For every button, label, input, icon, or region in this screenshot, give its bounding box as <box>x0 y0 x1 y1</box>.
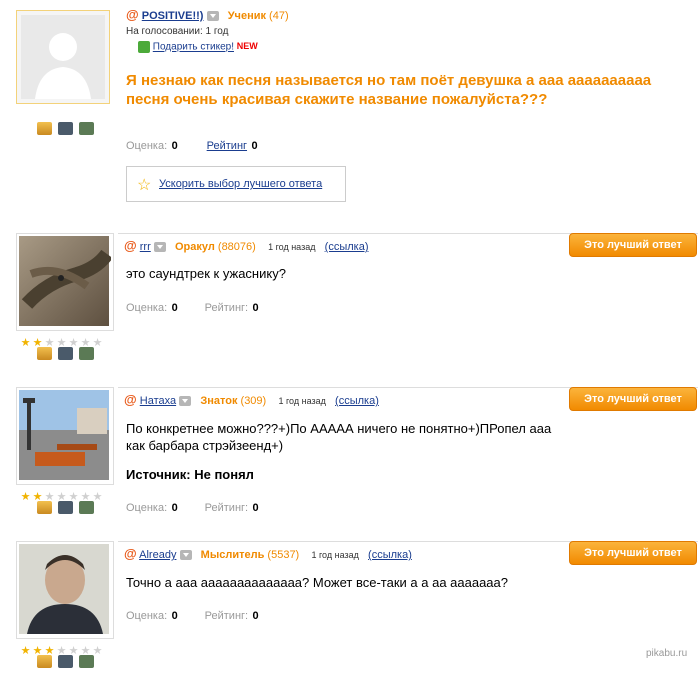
answer-text: Точно а ааа аааааааааааааа? Может все-та… <box>126 575 509 590</box>
answer-rating-row: Оценка: 0 Рейтинг: 0 <box>126 606 259 624</box>
question-header: @ POSITIVE!!) Ученик (47) <box>126 7 289 22</box>
rating-label: Оценка: <box>126 140 168 152</box>
speed-best-answer-link[interactable]: Ускорить выбор лучшего ответа <box>159 178 322 190</box>
author-dropdown-icon[interactable] <box>179 550 192 561</box>
speed-best-answer-box[interactable]: ☆ Ускорить выбор лучшего ответа <box>126 166 346 202</box>
answer-permalink[interactable]: (ссылка) <box>325 241 369 253</box>
rating2-value: 0 <box>252 302 259 314</box>
video-icon[interactable] <box>79 122 94 135</box>
question-rating-row: Оценка: 0 Рейтинг 0 <box>126 136 258 154</box>
gift-icon <box>138 41 150 53</box>
video-icon[interactable] <box>79 347 94 360</box>
video-icon[interactable] <box>79 655 94 668</box>
answer-time: 1 год назад <box>311 550 359 560</box>
at-icon: @ <box>124 392 137 407</box>
answer-source: Источник: Не понял <box>126 467 254 482</box>
new-badge: NEW <box>236 41 258 51</box>
rating-value: 0 <box>171 302 178 314</box>
answer-avatar-icons <box>37 347 100 365</box>
question-avatar-icons <box>37 122 100 140</box>
answer-avatar[interactable] <box>16 387 114 485</box>
rating-link[interactable]: Рейтинг <box>207 140 247 152</box>
author-dropdown-icon[interactable] <box>206 11 219 22</box>
question-avatar[interactable] <box>16 10 110 104</box>
user-profile-icon[interactable] <box>37 122 52 135</box>
answer-text: это саундтрек к ужаснику? <box>126 266 286 281</box>
person-avatar-image <box>19 544 109 634</box>
answer-rating-row: Оценка: 0 Рейтинг: 0 <box>126 498 259 516</box>
rating-label: Оценка: <box>126 610 168 622</box>
video-icon[interactable] <box>79 501 94 514</box>
question-text: Я незнаю как песня называется но там поё… <box>126 72 652 108</box>
answer-permalink[interactable]: (ссылка) <box>368 549 412 561</box>
rating2-value: 0 <box>252 502 259 514</box>
answer-author-link[interactable]: rrr <box>140 241 151 253</box>
star-full-icon: ★ <box>20 337 31 349</box>
answer-permalink[interactable]: (ссылка) <box>335 395 379 407</box>
answer-header: @ Натаха Знаток (309) 1 год назад (ссылк… <box>124 392 379 407</box>
rating2-value: 0 <box>251 140 258 152</box>
at-icon: @ <box>126 7 139 22</box>
star-full-icon: ★ <box>20 645 31 657</box>
at-icon: @ <box>124 546 137 561</box>
rating2-label: Рейтинг: <box>204 610 249 622</box>
watermark: pikabu.ru <box>646 648 688 659</box>
author-rank: Мыслитель (5537) <box>200 549 300 561</box>
question-author-link[interactable]: POSITIVE!!) <box>142 10 204 22</box>
rating-value: 0 <box>171 502 178 514</box>
rating2-label: Рейтинг: <box>204 302 249 314</box>
answer-rating-row: Оценка: 0 Рейтинг: 0 <box>126 298 259 316</box>
at-icon: @ <box>124 238 137 253</box>
author-rank: Знаток (309) <box>200 395 267 407</box>
author-dropdown-icon[interactable] <box>179 396 192 407</box>
answer-avatar-icons <box>37 501 100 519</box>
best-answer-button[interactable]: Это лучший ответ <box>569 387 697 411</box>
sticker-row: Подарить стикер! NEW <box>138 41 258 53</box>
user-profile-icon[interactable] <box>37 347 52 360</box>
default-avatar-silhouette <box>21 15 105 99</box>
rating-value: 0 <box>171 610 178 622</box>
voting-status: На голосовании: 1 год <box>126 26 229 37</box>
author-rank: Оракул (88076) <box>174 241 256 253</box>
rating2-value: 0 <box>252 610 259 622</box>
answer-avatar[interactable] <box>16 233 114 331</box>
answer-avatar[interactable] <box>16 541 114 639</box>
answer-author-link[interactable]: Натаха <box>140 395 176 407</box>
author-rank: Ученик (47) <box>227 10 289 22</box>
photo-icon[interactable] <box>58 655 73 668</box>
photo-icon[interactable] <box>58 501 73 514</box>
answer-time: 1 год назад <box>268 242 316 252</box>
best-answer-button[interactable]: Это лучший ответ <box>569 541 697 565</box>
author-dropdown-icon[interactable] <box>153 242 166 253</box>
photo-icon[interactable] <box>58 347 73 360</box>
rating-value: 0 <box>171 140 178 152</box>
photo-icon[interactable] <box>58 122 73 135</box>
best-answer-button[interactable]: Это лучший ответ <box>569 233 697 257</box>
rating-label: Оценка: <box>126 302 168 314</box>
lizard-avatar-image <box>19 236 113 326</box>
star-full-icon: ★ <box>20 491 31 503</box>
answer-header: @ rrr Оракул (88076) 1 год назад (ссылка… <box>124 238 368 253</box>
answer-time: 1 год назад <box>278 396 326 406</box>
answer-author-link[interactable]: Already <box>139 549 176 561</box>
rating-label: Оценка: <box>126 502 168 514</box>
sticker-link[interactable]: Подарить стикер! <box>153 42 234 53</box>
town-square-avatar-image <box>19 390 109 480</box>
user-profile-icon[interactable] <box>37 501 52 514</box>
star-icon: ☆ <box>137 177 152 194</box>
answer-text: По конкретнее можно???+)По ААААА ничего … <box>126 421 552 453</box>
user-profile-icon[interactable] <box>37 655 52 668</box>
answer-avatar-icons <box>37 655 100 673</box>
rating2-label: Рейтинг: <box>204 502 249 514</box>
answer-header: @ Already Мыслитель (5537) 1 год назад (… <box>124 546 412 561</box>
